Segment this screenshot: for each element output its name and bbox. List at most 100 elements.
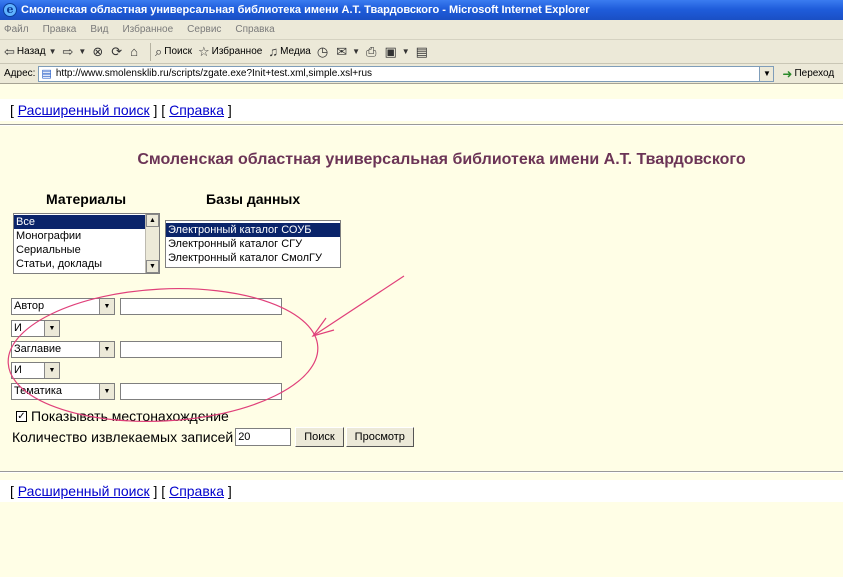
record-count-input[interactable]: 20 [235, 428, 292, 446]
go-arrow-icon: ➜ [782, 66, 793, 81]
bracket: [ [10, 102, 18, 118]
window-titlebar: e Смоленская областная универсальная биб… [0, 0, 843, 20]
menu-help[interactable]: Справка [235, 24, 274, 35]
advanced-search-link-top[interactable]: Расширенный поиск [18, 102, 150, 118]
help-link-bottom[interactable]: Справка [169, 483, 224, 499]
edit-dropdown-icon[interactable]: ▼ [402, 47, 410, 56]
menu-file[interactable]: Файл [4, 24, 29, 35]
back-button[interactable]: ⇦ Назад ▼ [4, 44, 56, 60]
mail-button[interactable]: ✉ ▼ [336, 44, 360, 60]
top-nav: [ Расширенный поиск ] [ Справка ] [10, 102, 232, 118]
discuss-button[interactable]: ▤ [416, 44, 430, 60]
help-link-top[interactable]: Справка [169, 102, 224, 118]
search-field-select[interactable]: Автор ▼ [11, 298, 115, 315]
bracket: [ [10, 483, 18, 499]
window-title: Смоленская областная универсальная библи… [21, 4, 590, 16]
advanced-search-link-bottom[interactable]: Расширенный поиск [18, 483, 150, 499]
edit-button[interactable]: ▣ ▼ [384, 44, 409, 60]
materials-option[interactable]: Статьи, доклады [14, 257, 159, 271]
show-location-checkbox[interactable]: ✓ [16, 410, 27, 422]
address-bar: Адрес: ▤ http://www.smolensklib.ru/scrip… [0, 64, 843, 84]
back-arrow-icon: ⇦ [4, 43, 15, 59]
bracket: ] [ [149, 102, 170, 118]
search-term-input[interactable] [120, 383, 282, 400]
databases-listbox[interactable]: Электронный каталог СОУБ Электронный кат… [165, 220, 341, 268]
materials-listbox[interactable]: Все Монографии Сериальные Статьи, доклад… [13, 213, 160, 274]
search-field-select[interactable]: Заглавие ▼ [11, 341, 115, 358]
favorites-button-label: Избранное [211, 46, 263, 57]
search-term-input[interactable] [120, 341, 282, 358]
search-term-input[interactable] [120, 298, 282, 315]
media-button[interactable]: ♫ Медиа [268, 44, 311, 59]
divider-bottom [0, 471, 843, 473]
refresh-icon: ⟳ [111, 43, 123, 59]
menu-edit[interactable]: Правка [43, 24, 77, 35]
search-button[interactable]: ⌕ Поиск [155, 44, 192, 60]
database-option[interactable]: Электронный каталог СГУ [166, 237, 340, 251]
chevron-down-icon[interactable]: ▼ [99, 342, 114, 357]
mail-dropdown-icon[interactable]: ▼ [352, 47, 360, 56]
menu-view[interactable]: Вид [90, 24, 108, 35]
address-label: Адрес: [4, 68, 36, 79]
search-field-select[interactable]: Тематика ▼ [11, 383, 115, 400]
view-button[interactable]: Просмотр [345, 427, 414, 447]
go-button-label: Переход [794, 68, 835, 79]
forward-button[interactable]: ⇨ ▼ [62, 44, 86, 60]
operator-value: И [14, 322, 22, 334]
search-submit-button[interactable]: Поиск [295, 427, 344, 447]
print-button[interactable]: ⎙ [366, 44, 378, 60]
ie-logo-icon: e [3, 3, 17, 17]
page-title: Смоленская областная универсальная библи… [137, 151, 746, 168]
toolbar: ⇦ Назад ▼ ⇨ ▼ ⊗ ⟳ ⌂ ⌕ Поиск ☆ Избранное … [0, 40, 843, 64]
search-field-value: Заглавие [14, 343, 62, 355]
history-button[interactable]: ◷ [317, 44, 330, 60]
mail-icon: ✉ [336, 43, 348, 59]
scroll-down-icon[interactable]: ▼ [146, 260, 159, 273]
materials-scrollbar[interactable]: ▲ ▼ [145, 214, 159, 273]
chevron-down-icon[interactable]: ▼ [44, 363, 59, 378]
record-count-label: Количество извлекаемых записей [12, 429, 234, 445]
show-location-row: ✓ Показывать местонахождение [16, 408, 229, 424]
forward-arrow-icon: ⇨ [62, 43, 74, 59]
home-button[interactable]: ⌂ [130, 44, 140, 59]
operator-select[interactable]: И ▼ [11, 362, 60, 379]
address-url[interactable]: http://www.smolensklib.ru/scripts/zgate.… [56, 68, 760, 79]
refresh-button[interactable]: ⟳ [111, 44, 124, 60]
favorites-button[interactable]: ☆ Избранное [198, 44, 262, 60]
annotation-arrow-head [311, 317, 335, 338]
annotation-arrow-line [312, 275, 405, 337]
chevron-down-icon[interactable]: ▼ [99, 299, 114, 314]
address-dropdown-icon[interactable]: ▼ [759, 66, 774, 81]
bracket: ] [ [149, 483, 170, 499]
history-icon: ◷ [316, 43, 329, 59]
back-button-label: Назад [16, 46, 46, 57]
menu-favorites[interactable]: Избранное [122, 24, 173, 35]
bottom-nav: [ Расширенный поиск ] [ Справка ] [10, 483, 232, 499]
search-field-value: Тематика [14, 385, 63, 397]
materials-option[interactable]: Все [14, 215, 159, 229]
print-icon: ⎙ [366, 43, 377, 59]
media-icon: ♫ [268, 44, 279, 59]
divider-top [0, 124, 843, 126]
operator-value: И [14, 364, 22, 376]
forward-dropdown-icon[interactable]: ▼ [78, 47, 86, 56]
back-dropdown-icon[interactable]: ▼ [49, 47, 57, 56]
record-count-row: Количество извлекаемых записей 20 Поиск … [12, 427, 414, 447]
page-icon: ▤ [41, 68, 52, 80]
stop-button[interactable]: ⊗ [92, 44, 105, 60]
menu-bar: Файл Правка Вид Избранное Сервис Справка [0, 20, 843, 40]
operator-select[interactable]: И ▼ [11, 320, 60, 337]
chevron-down-icon[interactable]: ▼ [99, 384, 114, 399]
go-button[interactable]: ➜ Переход [782, 67, 834, 81]
database-option[interactable]: Электронный каталог СОУБ [166, 223, 340, 237]
address-input[interactable]: ▤ http://www.smolensklib.ru/scripts/zgat… [38, 65, 775, 82]
bracket: ] [224, 102, 232, 118]
materials-option[interactable]: Сериальные [14, 243, 159, 257]
edit-icon: ▣ [384, 43, 397, 59]
chevron-down-icon[interactable]: ▼ [44, 321, 59, 336]
database-option[interactable]: Электронный каталог СмолГУ [166, 251, 340, 265]
menu-tools[interactable]: Сервис [187, 24, 221, 35]
materials-heading: Материалы [46, 191, 127, 207]
scroll-up-icon[interactable]: ▲ [146, 214, 159, 227]
materials-option[interactable]: Монографии [14, 229, 159, 243]
